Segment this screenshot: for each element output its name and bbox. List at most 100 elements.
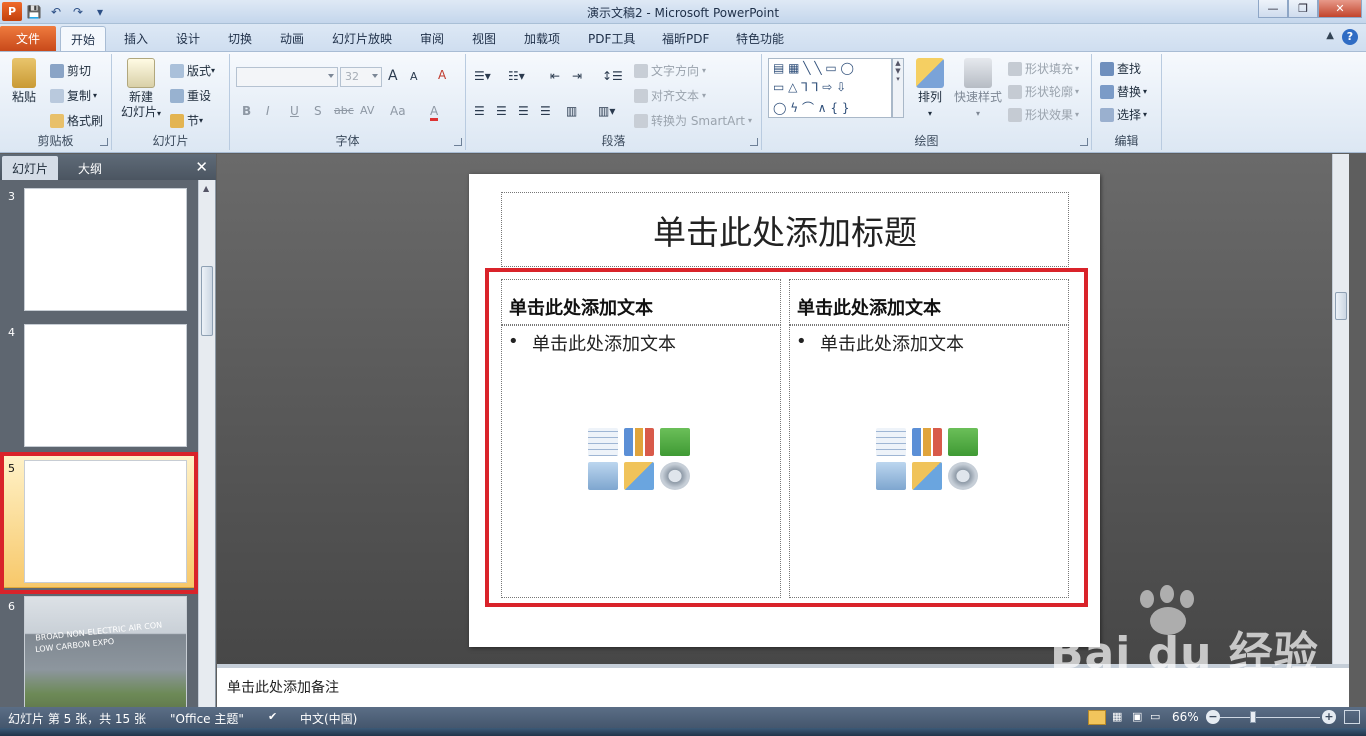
columns-icon[interactable]: ▥▾ <box>598 104 615 118</box>
font-color-button[interactable]: A <box>430 104 439 121</box>
shape-effects-button[interactable]: 形状效果 ▾ <box>1008 106 1079 123</box>
replace-button[interactable]: 替换 ▾ <box>1100 83 1147 100</box>
quick-styles-button[interactable]: 快速样式 ▾ <box>952 58 1004 121</box>
zoom-level[interactable]: 66% <box>1172 710 1199 724</box>
format-painter-button[interactable]: 格式刷 <box>50 112 103 129</box>
clear-format-icon[interactable]: A <box>438 68 446 82</box>
slide-thumbnail-3[interactable] <box>24 188 187 311</box>
char-spacing-button[interactable]: AV <box>360 104 374 117</box>
title-placeholder[interactable]: 单击此处添加标题 <box>501 192 1069 267</box>
tab-animations[interactable]: 动画 <box>270 26 314 51</box>
tab-outline-panel[interactable]: 大纲 <box>62 156 118 180</box>
group-font: 32 A A A B I U S abc AV Aa A 字体 <box>230 54 466 150</box>
numbering-icon[interactable]: ☷▾ <box>508 69 525 83</box>
italic-button[interactable]: I <box>266 104 270 118</box>
section-button[interactable]: 节 ▾ <box>170 112 203 129</box>
scissors-icon <box>50 63 64 78</box>
drawing-group-label: 绘图 <box>914 134 939 148</box>
tab-addins[interactable]: 加载项 <box>514 26 570 51</box>
minimize-button[interactable]: — <box>1258 0 1288 18</box>
group-slides: 新建 幻灯片▾ 版式 ▾ 重设 节 ▾ 幻灯片 <box>112 54 230 150</box>
tab-pdf-tools[interactable]: PDF工具 <box>578 26 645 51</box>
decrease-indent-icon[interactable]: ⇤ <box>550 69 560 83</box>
minimize-ribbon-icon[interactable]: ▲ <box>1326 30 1334 41</box>
layout-button[interactable]: 版式 ▾ <box>170 62 215 79</box>
slideshow-view-icon[interactable]: ▭ <box>1150 710 1160 723</box>
editor-scroll-thumb[interactable] <box>1335 292 1347 320</box>
font-size-combo[interactable]: 32 <box>340 67 382 87</box>
tab-features[interactable]: 特色功能 <box>726 26 794 51</box>
paint-bucket-icon <box>1008 61 1022 76</box>
shrink-font-icon[interactable]: A <box>410 70 418 83</box>
spellcheck-icon[interactable]: ✔ <box>268 710 277 723</box>
zoom-slider[interactable] <box>1220 717 1320 718</box>
bold-button[interactable]: B <box>242 104 251 118</box>
new-slide-button[interactable]: 新建 幻灯片▾ <box>118 58 164 121</box>
tab-slideshow[interactable]: 幻灯片放映 <box>322 26 402 51</box>
arrange-button[interactable]: 排列 ▾ <box>910 58 950 121</box>
slide-sorter-icon[interactable]: ▦ <box>1112 710 1122 723</box>
copy-button[interactable]: 复制 ▾ <box>50 87 97 104</box>
watermark-url: jingyan.baidu.com <box>1045 675 1212 696</box>
clipboard-launcher-icon[interactable] <box>100 138 108 146</box>
tab-review[interactable]: 审阅 <box>410 26 454 51</box>
normal-view-icon[interactable] <box>1088 710 1106 725</box>
text-direction-icon <box>634 63 648 78</box>
justify-icon[interactable]: ☰ <box>540 104 551 118</box>
underline-button[interactable]: U <box>290 104 299 118</box>
maximize-button[interactable]: ❐ <box>1288 0 1318 18</box>
tab-foxit-pdf[interactable]: 福昕PDF <box>652 26 719 51</box>
paste-button[interactable]: 粘贴 <box>6 58 42 105</box>
align-text-button[interactable]: 对齐文本 ▾ <box>634 87 706 104</box>
shape-outline-button[interactable]: 形状轮廓 ▾ <box>1008 83 1079 100</box>
theme-status[interactable]: "Office 主题" <box>170 710 244 727</box>
group-drawing: ▤ ▦ ╲ ╲ ▭ ◯ ▭ △ ⅂ ⅂ ⇨ ⇩ ◯ ϟ ⌒ ∧ { } ▲ ▼ ▾ … <box>762 54 1092 150</box>
bullets-icon[interactable]: ☰▾ <box>474 69 491 83</box>
font-name-combo[interactable] <box>236 67 338 87</box>
watermark-brand: Bai du 经验 <box>1050 628 1319 679</box>
tab-slides-panel[interactable]: 幻灯片 <box>2 156 58 180</box>
zoom-slider-thumb[interactable] <box>1250 711 1256 723</box>
align-center-icon[interactable]: ☰ <box>496 104 507 118</box>
shapes-gallery-scroll[interactable]: ▲ ▼ ▾ <box>892 58 904 118</box>
language-status[interactable]: 中文(中国) <box>300 710 357 727</box>
reset-button[interactable]: 重设 <box>170 87 211 104</box>
fit-to-window-icon[interactable] <box>1344 710 1360 724</box>
font-launcher-icon[interactable] <box>454 138 462 146</box>
close-button[interactable]: ✕ <box>1318 0 1362 18</box>
strikethrough-button[interactable]: abc <box>334 104 354 117</box>
tab-design[interactable]: 设计 <box>166 26 210 51</box>
slide-thumbnail-6[interactable]: BROAD NON-ELECTRIC AIR CON LOW CARBON EX… <box>24 596 187 707</box>
panel-scrollbar[interactable]: ▲ <box>198 180 215 707</box>
line-spacing-icon[interactable]: ↕☰ <box>602 69 623 83</box>
convert-smartart-button[interactable]: 转换为 SmartArt ▾ <box>634 112 752 129</box>
panel-scroll-thumb[interactable] <box>201 266 213 336</box>
slide-thumbnail-4[interactable] <box>24 324 187 447</box>
increase-indent-icon[interactable]: ⇥ <box>572 69 582 83</box>
align-left-icon[interactable]: ☰ <box>474 104 485 118</box>
tab-insert[interactable]: 插入 <box>114 26 158 51</box>
close-panel-icon[interactable]: ✕ <box>195 158 208 176</box>
text-direction-button[interactable]: 文字方向 ▾ <box>634 62 706 79</box>
cut-button[interactable]: 剪切 <box>50 62 91 79</box>
tab-transitions[interactable]: 切换 <box>218 26 262 51</box>
drawing-launcher-icon[interactable] <box>1080 138 1088 146</box>
shadow-button[interactable]: S <box>314 104 322 118</box>
shape-fill-button[interactable]: 形状填充 ▾ <box>1008 60 1079 77</box>
tab-home[interactable]: 开始 <box>60 26 107 51</box>
select-button[interactable]: 选择 ▾ <box>1100 106 1147 123</box>
find-button[interactable]: 查找 <box>1100 60 1141 77</box>
window-title: 演示文稿2 - Microsoft PowerPoint <box>586 6 780 20</box>
shapes-gallery[interactable]: ▤ ▦ ╲ ╲ ▭ ◯ ▭ △ ⅂ ⅂ ⇨ ⇩ ◯ ϟ ⌒ ∧ { } <box>768 58 892 118</box>
zoom-out-button[interactable]: − <box>1206 710 1220 724</box>
tab-view[interactable]: 视图 <box>462 26 506 51</box>
distributed-icon[interactable]: ▥ <box>566 104 577 118</box>
align-right-icon[interactable]: ☰ <box>518 104 529 118</box>
paragraph-launcher-icon[interactable] <box>750 138 758 146</box>
zoom-in-button[interactable]: + <box>1322 710 1336 724</box>
change-case-button[interactable]: Aa <box>390 104 406 118</box>
grow-font-icon[interactable]: A <box>388 68 398 84</box>
help-icon[interactable]: ? <box>1342 29 1358 45</box>
reading-view-icon[interactable]: ▣ <box>1132 710 1142 723</box>
tab-file[interactable]: 文件 <box>0 26 56 51</box>
